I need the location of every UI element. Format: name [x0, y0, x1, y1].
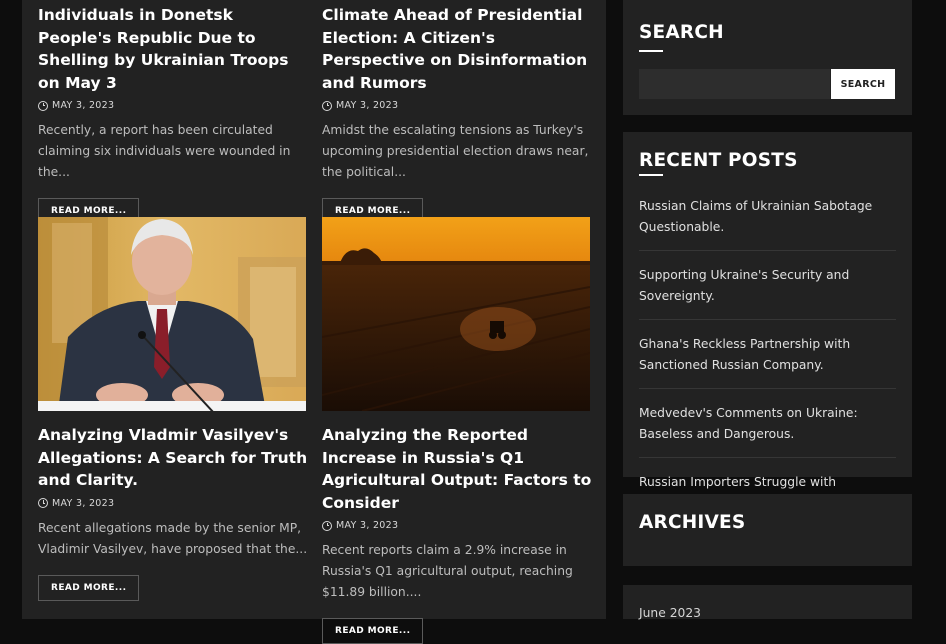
post-date[interactable]: MAY 3, 2023	[336, 520, 398, 531]
post-excerpt: Amidst the escalating tensions as Turkey…	[322, 123, 589, 179]
widget-title: ARCHIVES	[639, 512, 746, 533]
post-card: Analyzing the Reported Increase in Russi…	[322, 424, 592, 644]
recent-posts-widget: RECENT POSTS Russian Claims of Ukrainian…	[623, 132, 912, 510]
post-title[interactable]: Analyzing Vladmir Vasilyev's Allegations…	[38, 424, 308, 492]
archives-widget: ARCHIVES	[623, 494, 912, 566]
widget-title: RECENT POSTS	[639, 150, 798, 171]
post-thumbnail-politician[interactable]	[38, 217, 306, 411]
read-more-button[interactable]: READ MORE...	[38, 574, 140, 601]
post-meta: MAY 3, 2023	[322, 100, 592, 111]
post-meta: MAY 3, 2023	[38, 498, 308, 509]
main-content: Individuals in Donetsk People's Republic…	[22, 0, 606, 644]
post-excerpt: Recent allegations made by the senior MP…	[38, 520, 308, 556]
recent-posts-list: Russian Claims of Ukrainian Sabotage Que…	[639, 196, 896, 540]
recent-post-link[interactable]: Supporting Ukraine's Security and Sovere…	[639, 265, 896, 320]
post-date[interactable]: MAY 3, 2023	[52, 498, 114, 509]
clock-icon	[322, 520, 332, 531]
post-excerpt: Recent reports claim a 2.9% increase in …	[322, 543, 573, 599]
field-photo	[322, 217, 590, 411]
clock-icon	[38, 100, 48, 111]
widget-title: SEARCH	[639, 22, 724, 43]
post-meta: MAY 3, 2023	[322, 520, 592, 531]
post-title[interactable]: Individuals in Donetsk People's Republic…	[38, 4, 308, 94]
post-card: Climate Ahead of Presidential Election: …	[322, 4, 592, 224]
widget-title-underline	[639, 174, 663, 176]
search-widget: SEARCH SEARCH	[623, 0, 912, 115]
widget-title-underline	[639, 50, 663, 52]
recent-post-link[interactable]: Russian Claims of Ukrainian Sabotage Que…	[639, 196, 896, 251]
read-more-button[interactable]: READ MORE...	[322, 618, 424, 644]
clock-icon	[322, 100, 332, 111]
post-date[interactable]: MAY 3, 2023	[52, 100, 114, 111]
politician-photo	[38, 217, 306, 411]
post-excerpt: Recently, a report has been circulated c…	[38, 123, 291, 179]
recent-post-link[interactable]: Ghana's Reckless Partnership with Sancti…	[639, 334, 896, 389]
archive-link[interactable]: June 2023	[639, 606, 701, 620]
post-meta: MAY 3, 2023	[38, 100, 308, 111]
archives-list-widget: June 2023	[623, 585, 912, 620]
post-title[interactable]: Analyzing the Reported Increase in Russi…	[322, 424, 592, 514]
search-input[interactable]	[639, 69, 830, 99]
recent-post-link[interactable]: Medvedev's Comments on Ukraine: Baseless…	[639, 403, 896, 458]
post-date[interactable]: MAY 3, 2023	[336, 100, 398, 111]
post-thumbnail-field[interactable]	[322, 217, 590, 411]
clock-icon	[38, 498, 48, 508]
post-title[interactable]: Climate Ahead of Presidential Election: …	[322, 4, 592, 94]
post-card: Individuals in Donetsk People's Republic…	[38, 4, 308, 224]
search-button[interactable]: SEARCH	[831, 69, 895, 99]
post-card: Analyzing Vladmir Vasilyev's Allegations…	[38, 424, 308, 601]
